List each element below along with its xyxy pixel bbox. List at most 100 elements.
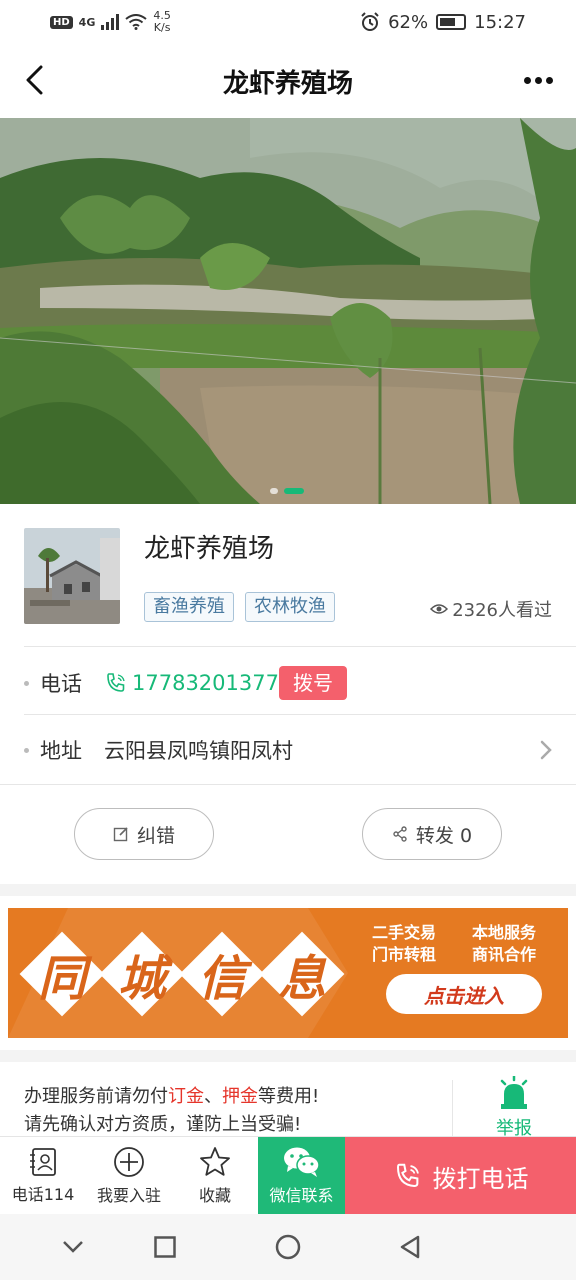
phone-number-link[interactable]: 17783201377 xyxy=(132,671,279,695)
clock: 15:27 xyxy=(474,11,526,33)
wechat-icon xyxy=(283,1147,320,1177)
back-button[interactable] xyxy=(16,62,52,98)
notice-highlight: 押金 xyxy=(222,1086,258,1107)
address-text: 云阳县凤鸣镇阳凤村 xyxy=(104,739,293,763)
carousel-indicator xyxy=(270,488,304,494)
farm-landscape-photo xyxy=(0,118,576,504)
banner-char-tile: 同 xyxy=(19,931,105,1017)
bullet xyxy=(24,680,29,686)
banner-char: 信 xyxy=(197,951,246,1007)
home-button[interactable] xyxy=(273,1232,303,1262)
battery-percent: 62% xyxy=(388,11,429,33)
nav-bar: 龙虾养殖场 xyxy=(0,44,576,118)
phone-call-icon xyxy=(396,1163,419,1188)
banner-section: 同 城 信 息 二手交易 本地服务 门市转租 商讯合作 点击进入 xyxy=(0,896,576,1050)
square-icon xyxy=(154,1236,176,1258)
hd-badge: HD xyxy=(50,15,73,29)
divider xyxy=(24,714,576,715)
photo-carousel[interactable] xyxy=(0,118,576,504)
more-dot-icon xyxy=(545,76,553,84)
banner-service: 二手交易 xyxy=(372,923,437,942)
city-info-banner[interactable]: 同 城 信 息 二手交易 本地服务 门市转租 商讯合作 点击进入 xyxy=(8,908,568,1038)
banner-enter-button[interactable]: 点击进入 xyxy=(386,974,542,1014)
circle-icon xyxy=(275,1234,301,1260)
category-tag[interactable]: 畜渔养殖 xyxy=(144,592,234,622)
net-speed-unit: K/s xyxy=(153,21,171,34)
dial-button[interactable]: 拨号 xyxy=(279,666,347,700)
house-photo xyxy=(24,528,120,624)
system-back-button[interactable] xyxy=(395,1232,425,1262)
address-row[interactable]: 地址 云阳县凤鸣镇阳凤村 xyxy=(0,717,576,783)
notice-text: 、 xyxy=(204,1086,222,1107)
system-navigation-bar xyxy=(0,1214,576,1280)
notice-line-2: 请先确认对方资质，谨防上当受骗! xyxy=(24,1114,302,1135)
banner-service: 商讯合作 xyxy=(472,945,537,964)
status-left: HD 4G 4.5 K/s xyxy=(50,10,171,34)
carousel-dot-active[interactable] xyxy=(284,488,304,494)
phone-row: 电话 17783201377 拨号 xyxy=(0,650,576,716)
banner-service: 门市转租 xyxy=(372,945,437,964)
battery-icon xyxy=(436,14,467,30)
favorite-button[interactable]: 收藏 xyxy=(172,1137,258,1215)
network-type: 4G xyxy=(78,15,96,29)
favorite-label: 收藏 xyxy=(198,1186,231,1205)
correct-label: 纠错 xyxy=(136,824,175,847)
contact-card-icon xyxy=(30,1148,56,1176)
phone114-label: 电话114 xyxy=(11,1185,75,1204)
share-icon xyxy=(393,826,407,842)
more-menu-button[interactable] xyxy=(518,62,558,98)
join-button[interactable]: 我要入驻 xyxy=(86,1137,172,1215)
phone-label: 电话 xyxy=(40,672,82,696)
alarm-icon xyxy=(361,12,379,31)
banner-char-tile: 信 xyxy=(179,931,265,1017)
notice-line-1: 办理服务前请勿付订金、押金等费用! xyxy=(24,1082,319,1108)
banner-char: 城 xyxy=(117,951,166,1007)
edit-icon xyxy=(113,827,128,842)
alarm-light-icon[interactable] xyxy=(496,1076,532,1110)
banner-char-tile: 城 xyxy=(99,931,185,1017)
page-title: 龙虾养殖场 xyxy=(222,68,353,99)
notice-separator xyxy=(452,1080,453,1136)
banner-service: 本地服务 xyxy=(472,923,537,942)
more-dot-icon xyxy=(534,76,542,84)
star-icon xyxy=(200,1147,230,1176)
address-label: 地址 xyxy=(40,739,82,763)
status-bar: HD 4G 4.5 K/s 62% 15:27 xyxy=(0,0,576,44)
phone-icon xyxy=(107,673,125,692)
bottom-toolbar: 电话114 我要入驻 收藏 微信联系 拨打电话 xyxy=(0,1136,576,1215)
status-right: 62% 15:27 xyxy=(360,12,526,33)
divider xyxy=(24,646,576,647)
triangle-back-icon xyxy=(400,1235,420,1259)
banner-char: 息 xyxy=(277,951,326,1007)
safety-notice: 办理服务前请勿付订金、押金等费用! 请先确认对方资质，谨防上当受骗! 举报 xyxy=(0,1062,576,1139)
category-tag[interactable]: 农林牧渔 xyxy=(245,592,335,622)
back-arrow-icon xyxy=(26,65,43,95)
business-info-card: 龙虾养殖场 畜渔养殖 农林牧渔 2326人看过 电话 17783201377 拨… xyxy=(0,504,576,884)
divider xyxy=(0,784,576,785)
phone114-button[interactable]: 电话114 xyxy=(0,1137,86,1215)
wechat-contact-button[interactable]: 微信联系 xyxy=(258,1137,345,1215)
share-label: 转发 0 xyxy=(415,824,473,847)
plus-circle-icon xyxy=(114,1147,144,1177)
chevron-right-icon xyxy=(540,740,552,760)
more-dot-icon xyxy=(523,76,531,84)
call-label: 拨打电话 xyxy=(432,1164,529,1193)
correct-button[interactable]: 纠错 xyxy=(74,808,214,860)
business-thumbnail[interactable] xyxy=(24,528,120,624)
signal-icon xyxy=(101,14,120,30)
net-speed: 4.5 K/s xyxy=(153,10,171,34)
notice-text: 办理服务前请勿付 xyxy=(24,1086,168,1107)
view-count-text: 2326人看过 xyxy=(452,600,552,621)
share-button[interactable]: 转发 0 xyxy=(362,808,502,860)
wechat-label: 微信联系 xyxy=(269,1186,334,1205)
collapse-button[interactable] xyxy=(58,1232,88,1262)
call-button[interactable]: 拨打电话 xyxy=(345,1137,576,1215)
join-label: 我要入驻 xyxy=(96,1186,161,1205)
chevron-down-icon xyxy=(63,1241,83,1253)
notice-text: 等费用! xyxy=(258,1086,320,1107)
notice-highlight: 订金 xyxy=(168,1086,204,1107)
banner-char-tile: 息 xyxy=(259,931,345,1017)
carousel-dot[interactable] xyxy=(270,488,278,494)
recents-button[interactable] xyxy=(150,1232,180,1262)
bullet xyxy=(24,747,29,753)
